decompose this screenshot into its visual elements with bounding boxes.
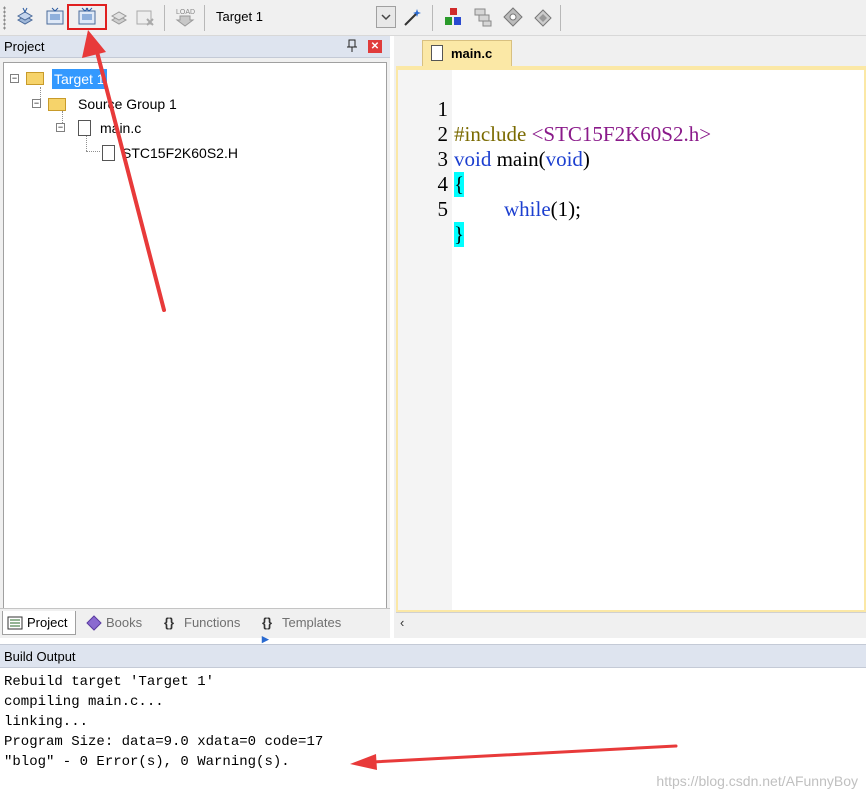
toolbar: LOAD Target 1 — [0, 0, 866, 36]
tab-books-label: Books — [106, 615, 143, 630]
editor-tab-label: main.c — [451, 46, 493, 61]
build-output-line: compiling main.c... — [4, 694, 164, 710]
pin-icon[interactable] — [346, 39, 358, 53]
collapse-icon[interactable]: − — [32, 99, 41, 108]
watermark: https://blog.csdn.net/AFunnyBoy — [656, 773, 858, 789]
collapse-icon[interactable]: − — [56, 123, 65, 132]
code-token: void — [545, 147, 583, 171]
tree-label-source-group: Source Group 1 — [78, 96, 177, 112]
svg-text:LOAD: LOAD — [176, 9, 195, 16]
target-folder-icon — [26, 72, 44, 85]
rebuild-highlight-box — [67, 4, 107, 30]
code-token: ) — [582, 147, 590, 171]
code-line: 3 { — [398, 122, 465, 197]
code-line: 2 void main(void) — [398, 97, 590, 171]
manage-components-icon[interactable] — [442, 6, 464, 28]
horizontal-scrollbar[interactable]: ‹ — [396, 612, 866, 632]
project-icon — [7, 615, 23, 631]
tab-functions-label: Functions — [184, 615, 241, 630]
download-icon[interactable]: LOAD — [174, 6, 196, 28]
collapse-icon[interactable]: − — [10, 74, 19, 83]
stop-build-icon[interactable] — [134, 6, 156, 28]
tree-label-main-c: main.c — [100, 120, 142, 136]
close-icon[interactable]: ✕ — [368, 40, 382, 53]
code-token: #include — [454, 122, 527, 146]
code-text: while(1); — [504, 197, 581, 222]
project-panel: Project ✕ − Target 1 − Source Group 1 − … — [0, 36, 390, 646]
tab-templates-label: Templates — [282, 615, 342, 630]
batch-build-icon[interactable] — [108, 6, 130, 28]
tree-label-target: Target 1 — [52, 69, 107, 89]
build-output-line: "blog" - 0 Error(s), 0 Warning(s). — [4, 754, 290, 770]
editor-panel: main.c 1 #include <STC15F2K60S2.h> 2 voi… — [394, 36, 866, 638]
build-output-panel: Build Output Rebuild target 'Target 1' c… — [0, 644, 866, 797]
project-bottom-tabs: Project Books {} Functions {}▸ Templates — [0, 608, 390, 646]
project-panel-header: Project ✕ — [0, 36, 390, 58]
code-token: } — [454, 222, 465, 247]
build-output-title: Build Output — [4, 649, 76, 664]
code-token: main( — [491, 147, 546, 171]
build-icon[interactable] — [44, 6, 66, 28]
code-token: while — [504, 197, 551, 221]
project-panel-title: Project — [4, 39, 45, 54]
tab-project-label: Project — [27, 615, 68, 630]
tab-books[interactable]: Books — [82, 611, 154, 635]
tab-functions[interactable]: {} Functions — [160, 611, 252, 635]
code-token: (1); — [550, 197, 581, 221]
header-file-icon — [102, 145, 115, 161]
code-text: #include <STC15F2K60S2.h> — [454, 122, 711, 147]
tab-templates[interactable]: {}▸ Templates — [258, 611, 356, 646]
target-select-value: Target 1 — [216, 9, 263, 24]
tab-project[interactable]: Project — [2, 611, 76, 635]
tab-main-c[interactable]: main.c — [422, 40, 512, 66]
code-token: <STC15F2K60S2.h> — [526, 122, 712, 146]
code-token: { — [454, 172, 465, 197]
code-line: 4 while(1); — [398, 147, 581, 221]
build-output-header: Build Output — [0, 644, 866, 668]
code-editor[interactable]: 1 #include <STC15F2K60S2.h> 2 void main(… — [396, 66, 866, 612]
magic-wand-icon[interactable] — [402, 6, 424, 28]
toolbar-grip[interactable] — [3, 6, 6, 30]
project-tree[interactable]: − Target 1 − Source Group 1 − main.c STC… — [3, 62, 387, 610]
select-packs-icon[interactable] — [472, 6, 494, 28]
functions-icon: {} — [164, 615, 175, 630]
options-icon[interactable] — [502, 6, 524, 28]
scroll-left-icon[interactable]: ‹ — [400, 615, 404, 630]
build-output-line: Rebuild target 'Target 1' — [4, 674, 215, 690]
c-file-icon — [78, 120, 91, 136]
folder-icon — [48, 98, 66, 111]
file-icon — [431, 45, 443, 61]
target-select[interactable]: Target 1 — [212, 6, 396, 28]
code-text: void main(void) — [454, 147, 590, 172]
translate-icon[interactable] — [14, 6, 36, 28]
tree-label-header: STC15F2K60S2.H — [122, 145, 238, 161]
chevron-down-icon[interactable] — [376, 6, 396, 28]
code-line: 1 #include <STC15F2K60S2.h> — [398, 72, 712, 146]
code-token: void — [454, 147, 492, 171]
build-output-line: linking... — [4, 714, 89, 730]
templates-icon: {}▸ — [262, 615, 273, 646]
build-output-line: Program Size: data=9.0 xdata=0 code=17 — [4, 734, 324, 750]
pack-installer-icon[interactable] — [532, 6, 554, 28]
books-icon — [86, 615, 102, 631]
line-number: 5 — [437, 197, 449, 221]
code-line: 5 } — [398, 172, 465, 247]
